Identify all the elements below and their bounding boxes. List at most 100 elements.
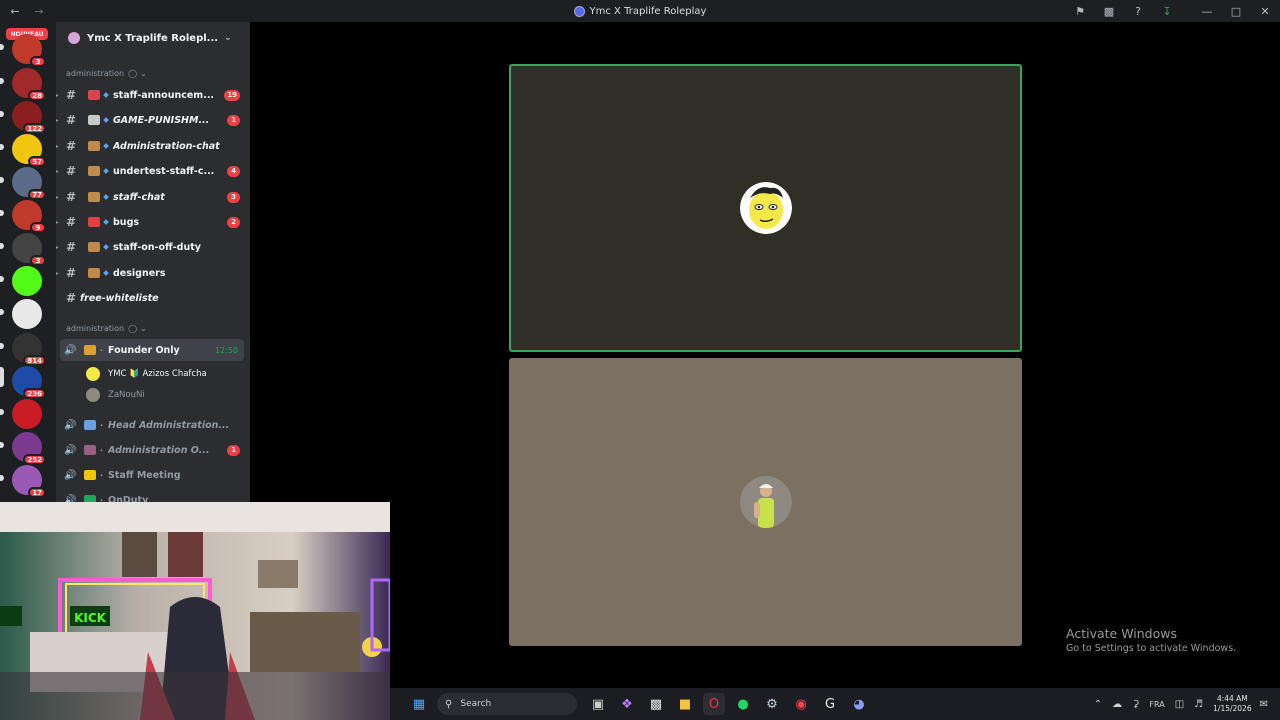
text-channel[interactable]: ▶ # staff-on-off-duty <box>56 236 244 258</box>
channel-emoji-icon <box>88 242 100 252</box>
user-name: ZaNouNi <box>108 390 145 400</box>
channel-name: Staff Meeting <box>108 469 181 481</box>
text-channel[interactable]: # free-whiteliste <box>60 287 244 309</box>
text-channel[interactable]: ▶ # staff-chat 3 <box>56 186 244 208</box>
category-header[interactable]: administration ◯ ⌄ <box>66 69 147 78</box>
voice-channel[interactable]: 🔊 · Founder Only 12:50 <box>60 339 244 361</box>
mention-badge: 814 <box>23 355 46 366</box>
microphone-icon[interactable]: ⚳ <box>1132 699 1139 710</box>
channel-name: staff-on-off-duty <box>113 241 201 253</box>
text-channel[interactable]: ▶ # designers <box>56 262 244 284</box>
channel-name: GAME-PUNISHM... <box>113 114 210 126</box>
channel-emoji-icon <box>88 217 100 227</box>
server-icon[interactable]: 814 <box>12 333 46 366</box>
server-icon[interactable]: 3 <box>12 34 46 67</box>
voice-channel[interactable]: 🔊 · OnDuty <box>60 489 244 502</box>
help-icon[interactable]: ? <box>1127 0 1149 22</box>
logitech-icon[interactable]: G <box>819 693 841 715</box>
server-icon[interactable] <box>12 399 42 429</box>
task-view-icon[interactable]: ▣ <box>587 693 609 715</box>
unread-pill <box>0 78 4 84</box>
opera-icon[interactable]: O <box>703 693 725 715</box>
channel-emoji-icon <box>84 420 96 430</box>
file-explorer-icon[interactable]: ■ <box>674 693 696 715</box>
forward-arrow-icon[interactable]: → <box>30 2 48 20</box>
video-tile[interactable] <box>509 358 1022 646</box>
server-icon[interactable] <box>12 299 42 329</box>
channel-sidebar: Ymc X Traplife Rolepl... ⌄ ♟+ administra… <box>56 22 250 502</box>
copilot-icon[interactable]: ❖ <box>616 693 638 715</box>
close-button[interactable]: ✕ <box>1254 0 1276 22</box>
unread-pill <box>0 144 4 150</box>
voice-user[interactable]: YMC 🔰 Azizos Chafcha <box>86 364 207 384</box>
notification-icon[interactable]: ✉ <box>1260 699 1268 710</box>
voice-user[interactable]: ZaNouNi <box>86 385 145 405</box>
chevron-down-icon: ⌄ <box>140 324 147 333</box>
category-header[interactable]: administration ◯ ⌄ <box>66 324 147 333</box>
channel-name: free-whiteliste <box>80 292 159 304</box>
spotify-icon[interactable]: ● <box>732 693 754 715</box>
minimize-button[interactable]: — <box>1196 0 1218 22</box>
unread-pill <box>0 367 4 387</box>
steam-icon[interactable]: ⚙ <box>761 693 783 715</box>
flag-icon[interactable]: ⚑ <box>1069 0 1091 22</box>
server-icon[interactable]: 17 <box>12 465 46 498</box>
webcam-overlay: KICK <box>0 502 390 720</box>
taskbar-clock[interactable]: 4:44 AM 1/15/2026 <box>1213 694 1251 714</box>
text-channel[interactable]: ▶ # undertest-staff-c... 4 <box>56 160 244 182</box>
unread-count-badge: 4 <box>227 165 240 177</box>
download-icon[interactable]: ↧ <box>1156 0 1178 22</box>
unread-count-badge: 3 <box>227 191 240 203</box>
diamond-icon <box>103 219 109 225</box>
speaker-icon: 🔊 <box>64 419 77 431</box>
channel-name: Administration-chat <box>113 140 220 152</box>
server-icon[interactable]: 3 <box>12 233 46 266</box>
server-avatar <box>12 266 42 296</box>
server-icon[interactable] <box>12 266 42 296</box>
diamond-icon <box>103 92 109 98</box>
avatar <box>86 367 100 381</box>
server-icon[interactable]: 236 <box>12 366 46 399</box>
inbox-icon[interactable]: ▩ <box>1098 0 1120 22</box>
text-channel[interactable]: ▶ # Administration-chat <box>56 135 244 157</box>
mention-badge: 252 <box>23 454 46 465</box>
channel-name: Administration O... <box>108 444 210 456</box>
diamond-icon <box>103 168 109 174</box>
channel-emoji-icon <box>88 115 100 125</box>
server-icon[interactable]: 122 <box>12 101 46 134</box>
language-indicator[interactable]: FRA <box>1149 700 1164 709</box>
text-channel[interactable]: ▶ # staff-announcem... 19 <box>56 84 244 106</box>
server-icon[interactable]: 57 <box>12 134 46 167</box>
server-icon[interactable]: 28 <box>12 68 46 101</box>
voice-channel[interactable]: 🔊 · Staff Meeting <box>60 464 244 486</box>
maximize-button[interactable]: □ <box>1225 0 1247 22</box>
voice-channel[interactable]: 🔊 · Administration O... 1 <box>60 439 244 461</box>
collapse-caret-icon: ▶ <box>56 142 59 150</box>
discord-icon[interactable]: ◕ <box>848 693 870 715</box>
taskbar-search[interactable]: ⚲ Search <box>437 693 577 715</box>
mention-badge: 77 <box>28 189 46 200</box>
server-icon[interactable]: 9 <box>12 200 46 233</box>
onedrive-icon[interactable]: ☁ <box>1112 699 1122 710</box>
store-icon[interactable]: ▩ <box>645 693 667 715</box>
mention-badge: 3 <box>30 255 46 266</box>
text-channel[interactable]: ▶ # bugs 2 <box>56 211 244 233</box>
unread-pill <box>0 210 4 216</box>
server-icon[interactable]: 252 <box>12 432 46 465</box>
app-icon[interactable]: ◉ <box>790 693 812 715</box>
voice-channel[interactable]: 🔊 · Head Administration... <box>60 414 244 436</box>
server-header[interactable]: Ymc X Traplife Rolepl... ⌄ ♟+ <box>56 22 250 54</box>
video-tile-speaking[interactable] <box>509 64 1022 352</box>
server-rail: NOUVEAU 32812257779381423625217 <box>0 22 56 502</box>
text-channel[interactable]: ▶ # GAME-PUNISHM... 1 <box>56 109 244 131</box>
back-arrow-icon[interactable]: ← <box>6 2 24 20</box>
channel-name: OnDuty <box>108 494 149 503</box>
network-icon[interactable]: ◫ <box>1175 699 1184 710</box>
channel-emoji-icon <box>84 445 96 455</box>
volume-icon[interactable]: ♬ <box>1194 699 1203 710</box>
mention-badge: 3 <box>30 56 46 67</box>
windows-start-icon[interactable]: ▦ <box>408 693 430 715</box>
server-icon[interactable]: 77 <box>12 167 46 200</box>
chevron-up-icon[interactable]: ⌃ <box>1094 699 1102 710</box>
diamond-icon <box>103 270 109 276</box>
